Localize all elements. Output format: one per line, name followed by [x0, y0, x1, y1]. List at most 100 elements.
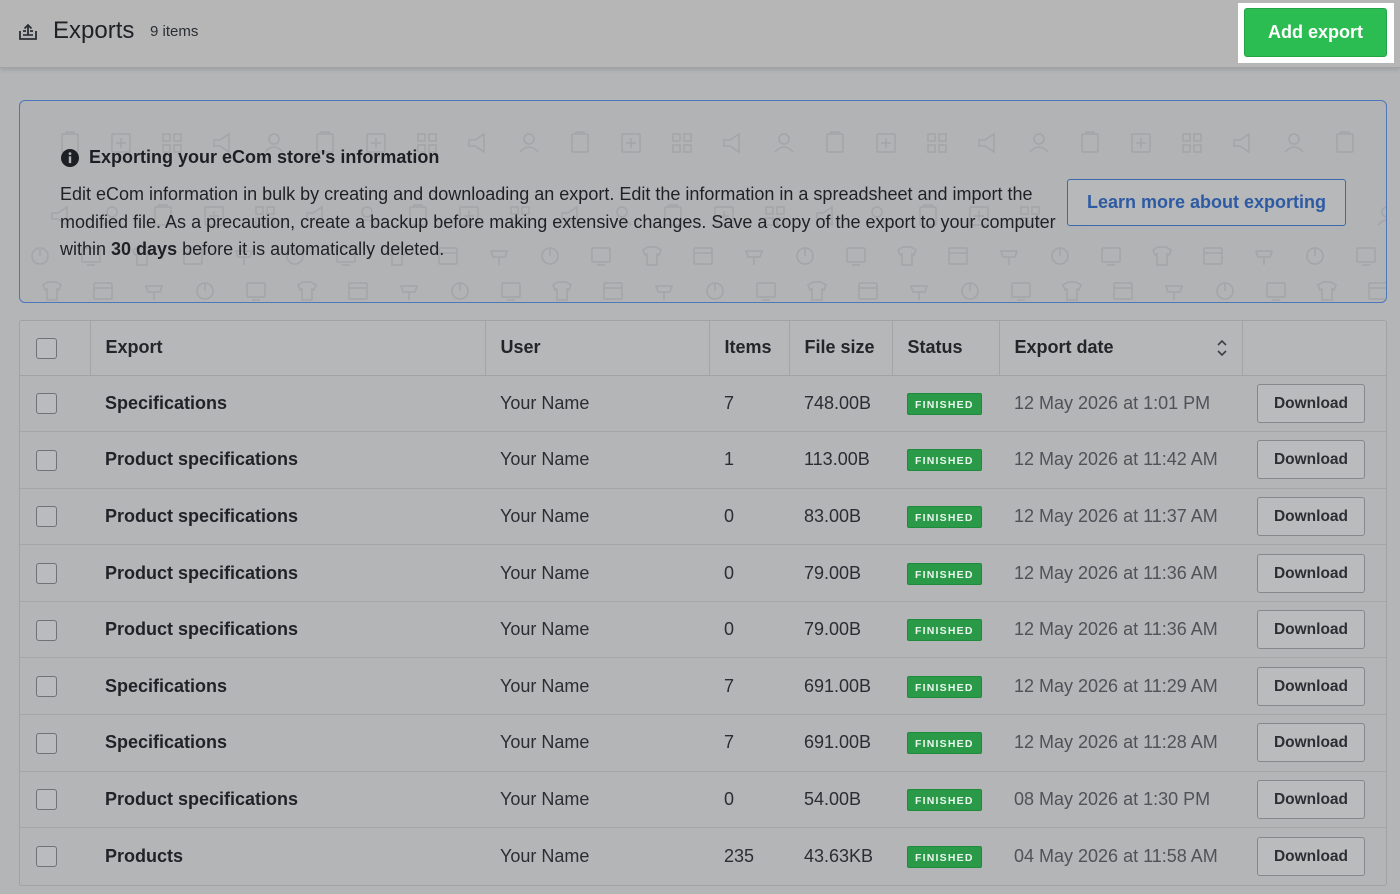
export-date: 08 May 2026 at 1:30 PM: [999, 771, 1242, 829]
status-cell: FINISHED: [892, 771, 999, 829]
row-checkbox[interactable]: [36, 676, 57, 698]
export-tray-icon: [19, 23, 37, 40]
column-export[interactable]: Export: [90, 321, 486, 376]
status-badge: FINISHED: [907, 845, 982, 868]
row-checkbox[interactable]: [36, 846, 57, 868]
status-badge: FINISHED: [907, 562, 982, 585]
exports-table: Export User Items File size Status Expor…: [19, 320, 1387, 886]
download-button[interactable]: Download: [1257, 496, 1365, 536]
table-row[interactable]: Products Your Name 235 43.63KB FINISHED 04 Ma…: [20, 828, 1386, 885]
table-row[interactable]: Product specifications Your Name 1 113.00B F…: [20, 431, 1386, 489]
export-items: 0: [709, 544, 789, 602]
status-cell: FINISHED: [892, 544, 999, 602]
row-select-cell: [20, 657, 90, 716]
export-items: 0: [709, 771, 789, 829]
export-date: 12 May 2026 at 1:01 PM: [999, 375, 1242, 433]
table-row[interactable]: Product specifications Your Name 0 83.00B FI…: [20, 488, 1386, 546]
row-select-cell: [20, 431, 90, 489]
column-user[interactable]: User: [485, 321, 710, 376]
row-checkbox[interactable]: [36, 619, 57, 641]
status-cell: FINISHED: [892, 828, 999, 885]
action-cell: Download: [1242, 544, 1386, 602]
row-checkbox[interactable]: [36, 393, 57, 415]
download-button[interactable]: Download: [1257, 383, 1365, 423]
download-button[interactable]: Download: [1257, 610, 1365, 650]
export-name: Product specifications: [90, 544, 485, 602]
column-items[interactable]: Items: [709, 321, 790, 376]
download-button[interactable]: Download: [1257, 553, 1365, 593]
banner-text-part2: before it is automatically deleted.: [177, 239, 445, 259]
export-date: 12 May 2026 at 11:36 AM: [999, 601, 1242, 659]
export-name: Specifications: [90, 714, 485, 772]
export-file-size: 79.00B: [789, 601, 892, 659]
export-name: Product specifications: [90, 601, 485, 659]
status-cell: FINISHED: [892, 657, 999, 716]
table-row[interactable]: Specifications Your Name 7 691.00B FINISHED 1…: [20, 714, 1386, 772]
export-user: Your Name: [485, 771, 709, 829]
row-select-cell: [20, 488, 90, 546]
action-cell: Download: [1242, 375, 1386, 433]
export-date: 12 May 2026 at 11:36 AM: [999, 544, 1242, 602]
page-header: Exports 9 items Add export: [0, 0, 1400, 68]
banner-description: Edit eCom information in bulk by creatin…: [60, 181, 1060, 264]
add-export-highlight: Add export: [1238, 3, 1394, 63]
export-user: Your Name: [485, 488, 709, 546]
status-badge: FINISHED: [907, 788, 982, 811]
export-file-size: 113.00B: [789, 431, 892, 489]
row-select-cell: [20, 375, 90, 433]
column-status[interactable]: Status: [892, 321, 1000, 376]
row-select-cell: [20, 828, 90, 885]
download-button[interactable]: Download: [1257, 836, 1365, 876]
banner-heading-text: Exporting your eCom store's information: [89, 147, 440, 167]
row-checkbox[interactable]: [36, 449, 57, 471]
row-select-cell: [20, 771, 90, 829]
export-name: Product specifications: [90, 771, 485, 829]
row-checkbox[interactable]: [36, 562, 57, 584]
download-button[interactable]: Download: [1257, 666, 1365, 706]
row-checkbox[interactable]: [36, 789, 57, 811]
export-items: 0: [709, 488, 789, 546]
download-button[interactable]: Download: [1257, 723, 1365, 763]
export-date: 12 May 2026 at 11:28 AM: [999, 714, 1242, 772]
row-select-cell: [20, 714, 90, 772]
download-button[interactable]: Download: [1257, 779, 1365, 819]
status-cell: FINISHED: [892, 488, 999, 546]
status-cell: FINISHED: [892, 431, 999, 489]
info-circle-icon: [61, 148, 79, 167]
table-row[interactable]: Specifications Your Name 7 748.00B FINISHED 1…: [20, 375, 1386, 433]
export-file-size: 83.00B: [789, 488, 892, 546]
banner-text-bold: 30 days: [111, 239, 178, 259]
table-row[interactable]: Specifications Your Name 7 691.00B FINISHED 1…: [20, 657, 1386, 716]
sort-updown-icon[interactable]: [1216, 338, 1228, 358]
export-name: Specifications: [90, 375, 485, 433]
row-select-cell: [20, 544, 90, 602]
action-cell: Download: [1242, 714, 1386, 772]
table-row[interactable]: Product specifications Your Name 0 79.00B FI…: [20, 601, 1386, 659]
status-badge: FINISHED: [907, 505, 982, 528]
export-user: Your Name: [485, 714, 709, 772]
info-banner: Exporting your eCom store's information …: [19, 100, 1387, 303]
download-button[interactable]: Download: [1257, 440, 1365, 480]
add-export-button[interactable]: Add export: [1244, 8, 1387, 57]
column-file-size[interactable]: File size: [789, 321, 893, 376]
export-user: Your Name: [485, 544, 709, 602]
status-badge: FINISHED: [907, 732, 982, 755]
action-cell: Download: [1242, 488, 1386, 546]
row-checkbox[interactable]: [36, 732, 57, 754]
table-row[interactable]: Product specifications Your Name 0 79.00B FI…: [20, 544, 1386, 602]
column-actions: [1242, 321, 1386, 376]
row-checkbox[interactable]: [36, 506, 57, 528]
select-all-checkbox[interactable]: [36, 337, 57, 359]
export-user: Your Name: [500, 845, 590, 866]
status-cell: FINISHED: [892, 601, 999, 659]
export-file-size: 691.00B: [789, 657, 892, 716]
export-name: Specifications: [90, 657, 485, 716]
learn-more-button[interactable]: Learn more about exporting: [1067, 179, 1346, 226]
status-badge: FINISHED: [907, 449, 982, 472]
export-name: Product specifications: [90, 488, 485, 546]
export-file-size: 43.63KB: [804, 845, 874, 866]
column-export-date[interactable]: Export date: [999, 321, 1243, 376]
table-row[interactable]: Product specifications Your Name 0 54.00B FI…: [20, 771, 1386, 829]
export-items: 1: [709, 431, 789, 489]
action-cell: Download: [1242, 431, 1386, 489]
